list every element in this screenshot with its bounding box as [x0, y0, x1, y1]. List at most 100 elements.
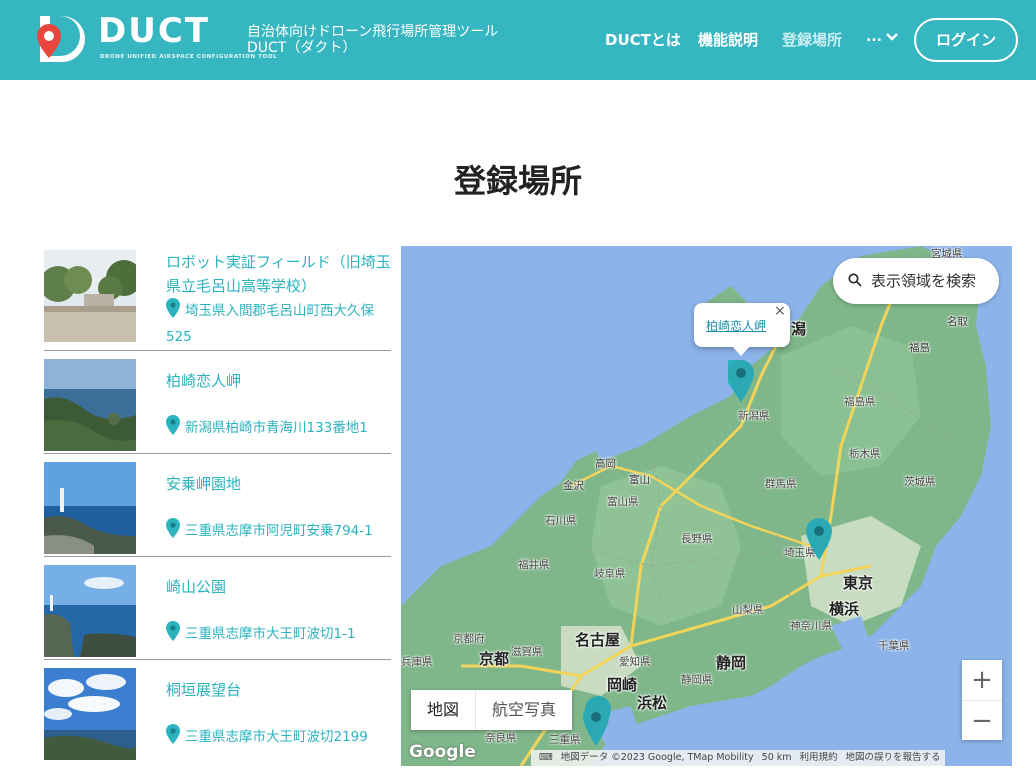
tagline-line-1: 自治体向けドローン飛行場所管理ツール: [247, 24, 499, 40]
map-pin-icon: [166, 518, 180, 538]
map-label-kanagawa-pref: 神奈川県: [790, 620, 832, 632]
nav-more-menu[interactable]: ...: [866, 29, 898, 45]
map-data-credit: 地図データ ©2023 Google, TMap Mobility: [560, 752, 754, 763]
map-label-niigata: 潟: [791, 320, 807, 338]
map-label-nara-pref: 奈良県: [485, 732, 517, 744]
login-button[interactable]: ログイン: [914, 18, 1018, 62]
map-label-shizuoka: 静岡: [716, 654, 747, 672]
map-marker-moroyama[interactable]: [806, 518, 832, 560]
nav-features[interactable]: 機能説明: [698, 29, 758, 50]
place-title[interactable]: 安乗岬園地: [166, 472, 394, 496]
map-type-control: 地図 航空写真: [411, 690, 573, 730]
popup-place-link[interactable]: 柏崎恋人岬: [706, 317, 766, 334]
map-label-shizuoka-pref: 静岡県: [681, 674, 713, 686]
popup-close-button[interactable]: ×: [774, 303, 786, 319]
google-logo: Google: [409, 742, 476, 762]
info-popup: 柏崎恋人岬 ×: [694, 303, 790, 347]
place-address: 新潟県柏崎市青海川133番地1: [166, 415, 368, 441]
map-label-yamanashi-pref: 山梨県: [732, 604, 764, 616]
map-label-okazaki: 岡崎: [607, 676, 638, 694]
map-label-hamamatsu: 浜松: [637, 694, 668, 712]
place-address-text: 新潟県柏崎市青海川133番地1: [185, 420, 368, 436]
map-label-ishikawa-pref: 石川県: [545, 515, 577, 527]
list-item[interactable]: 柏崎恋人岬 新潟県柏崎市青海川133番地1: [44, 351, 391, 454]
map-attribution: ⌨ 地図データ ©2023 Google, TMap Mobility 50 km 利…: [531, 750, 945, 766]
map-label-ibaraki-pref: 茨城県: [904, 476, 936, 488]
map-label-gunma-pref: 群馬県: [765, 478, 797, 490]
zoom-out-button[interactable]: −: [962, 700, 1002, 740]
map-label-yokohama: 横浜: [829, 600, 860, 618]
place-address-text: 三重県志摩市大王町波切2199: [185, 729, 368, 745]
map-label-fukushima: 福島: [909, 342, 930, 354]
place-address: 埼玉県入間郡毛呂山町西大久保525: [166, 298, 394, 350]
map-label-shiga-pref: 滋賀県: [511, 646, 543, 658]
place-address-text: 三重県志摩市大王町波切1-1: [185, 626, 356, 642]
map-pin-icon: [166, 724, 180, 744]
terms-link[interactable]: 利用規約: [796, 752, 842, 763]
map-label-mie-pref: 三重県: [549, 734, 581, 746]
map-label-nagano-pref: 長野県: [681, 533, 713, 545]
nav-about[interactable]: DUCTとは: [605, 29, 681, 50]
place-title[interactable]: ロボット実証フィールド（旧埼玉県立毛呂山高等学校）: [166, 250, 394, 298]
map-pin-icon: [166, 298, 180, 318]
map-label-kanazawa: 金沢: [563, 480, 584, 492]
map-label-aichi-pref: 愛知県: [619, 656, 651, 668]
search-area-label: 表示領域を検索: [871, 272, 977, 290]
map-label-chiba-pref: 千葉県: [878, 640, 910, 652]
place-photo[interactable]: [44, 359, 136, 451]
map-label-natori: 名取: [947, 316, 968, 328]
list-item[interactable]: 安乗岬園地 三重県志摩市阿児町安乗794-1: [44, 454, 391, 557]
brand-name: DUCT: [98, 11, 210, 51]
place-photo[interactable]: [44, 668, 136, 760]
map-label-kyoto-pref: 京都府: [453, 633, 485, 645]
map-label-tochigi-pref: 栃木県: [849, 448, 881, 460]
list-item[interactable]: 桐垣展望台 三重県志摩市大王町波切2199: [44, 660, 391, 763]
map-marker-kashiwazaki[interactable]: [728, 360, 754, 402]
zoom-in-button[interactable]: +: [962, 660, 1002, 700]
place-address-text: 埼玉県入間郡毛呂山町西大久保525: [166, 303, 374, 345]
nav-more-label: ...: [866, 29, 882, 45]
map-label-tokyo: 東京: [843, 574, 874, 592]
map-marker-shima-2[interactable]: [583, 704, 609, 746]
map-view[interactable]: 東京 横浜 名古屋 京都 静岡 浜松 岡崎 金沢 富山 高岡 福島 名取 潟 新…: [401, 246, 1012, 766]
place-list: ロボット実証フィールド（旧埼玉県立毛呂山高等学校） 埼玉県入間郡毛呂山町西大久保…: [44, 248, 391, 763]
map-label-toyama-pref: 富山県: [607, 496, 639, 508]
keyboard-shortcuts-icon[interactable]: ⌨: [535, 752, 557, 763]
search-area-button[interactable]: 表示領域を検索: [833, 258, 999, 304]
map-label-takaoka: 高岡: [595, 458, 616, 470]
place-address: 三重県志摩市大王町波切1-1: [166, 621, 356, 647]
chevron-down-icon: [886, 33, 898, 41]
logo-pin-icon: [37, 16, 85, 63]
report-error-link[interactable]: 地図の誤りを報告する: [842, 752, 945, 763]
place-address: 三重県志摩市大王町波切2199: [166, 724, 368, 750]
place-address: 三重県志摩市阿児町安乗794-1: [166, 518, 373, 544]
map-label-fukui-pref: 福井県: [518, 559, 550, 571]
map-label-nagoya: 名古屋: [575, 631, 621, 649]
map-label-fukushima-pref: 福島県: [844, 396, 876, 408]
search-icon: [848, 273, 862, 287]
tagline: 自治体向けドローン飛行場所管理ツール DUCT（ダクト）: [247, 24, 498, 56]
page-title: 登録場所: [453, 162, 582, 200]
map-label-gifu-pref: 岐阜県: [594, 568, 626, 580]
place-title[interactable]: 桐垣展望台: [166, 678, 394, 702]
place-photo[interactable]: [44, 462, 136, 554]
map-label-kyoto: 京都: [479, 650, 510, 668]
map-label-niigata-pref: 新潟県: [738, 410, 770, 422]
place-title[interactable]: 崎山公園: [166, 575, 394, 599]
site-header: DUCT DRONE UNIFIED AIRSPACE CONFIGURATIO…: [0, 0, 1036, 80]
map-pin-icon: [166, 415, 180, 435]
list-item[interactable]: ロボット実証フィールド（旧埼玉県立毛呂山高等学校） 埼玉県入間郡毛呂山町西大久保…: [44, 248, 391, 351]
map-label-toyama: 富山: [629, 474, 650, 486]
popup-tail: [732, 346, 750, 356]
duct-logo[interactable]: DUCT DRONE UNIFIED AIRSPACE CONFIGURATIO…: [36, 11, 277, 68]
place-photo[interactable]: [44, 565, 136, 657]
map-type-satellite-button[interactable]: 航空写真: [475, 690, 572, 730]
map-pin-icon: [166, 621, 180, 641]
tagline-line-2: DUCT（ダクト）: [247, 40, 357, 56]
place-title[interactable]: 柏崎恋人岬: [166, 369, 394, 393]
list-item[interactable]: 崎山公園 三重県志摩市大王町波切1-1: [44, 557, 391, 660]
map-scale[interactable]: 50 km: [758, 752, 796, 763]
map-type-roadmap-button[interactable]: 地図: [411, 690, 475, 730]
place-photo[interactable]: [44, 250, 136, 342]
nav-registered-places[interactable]: 登録場所: [782, 29, 842, 50]
